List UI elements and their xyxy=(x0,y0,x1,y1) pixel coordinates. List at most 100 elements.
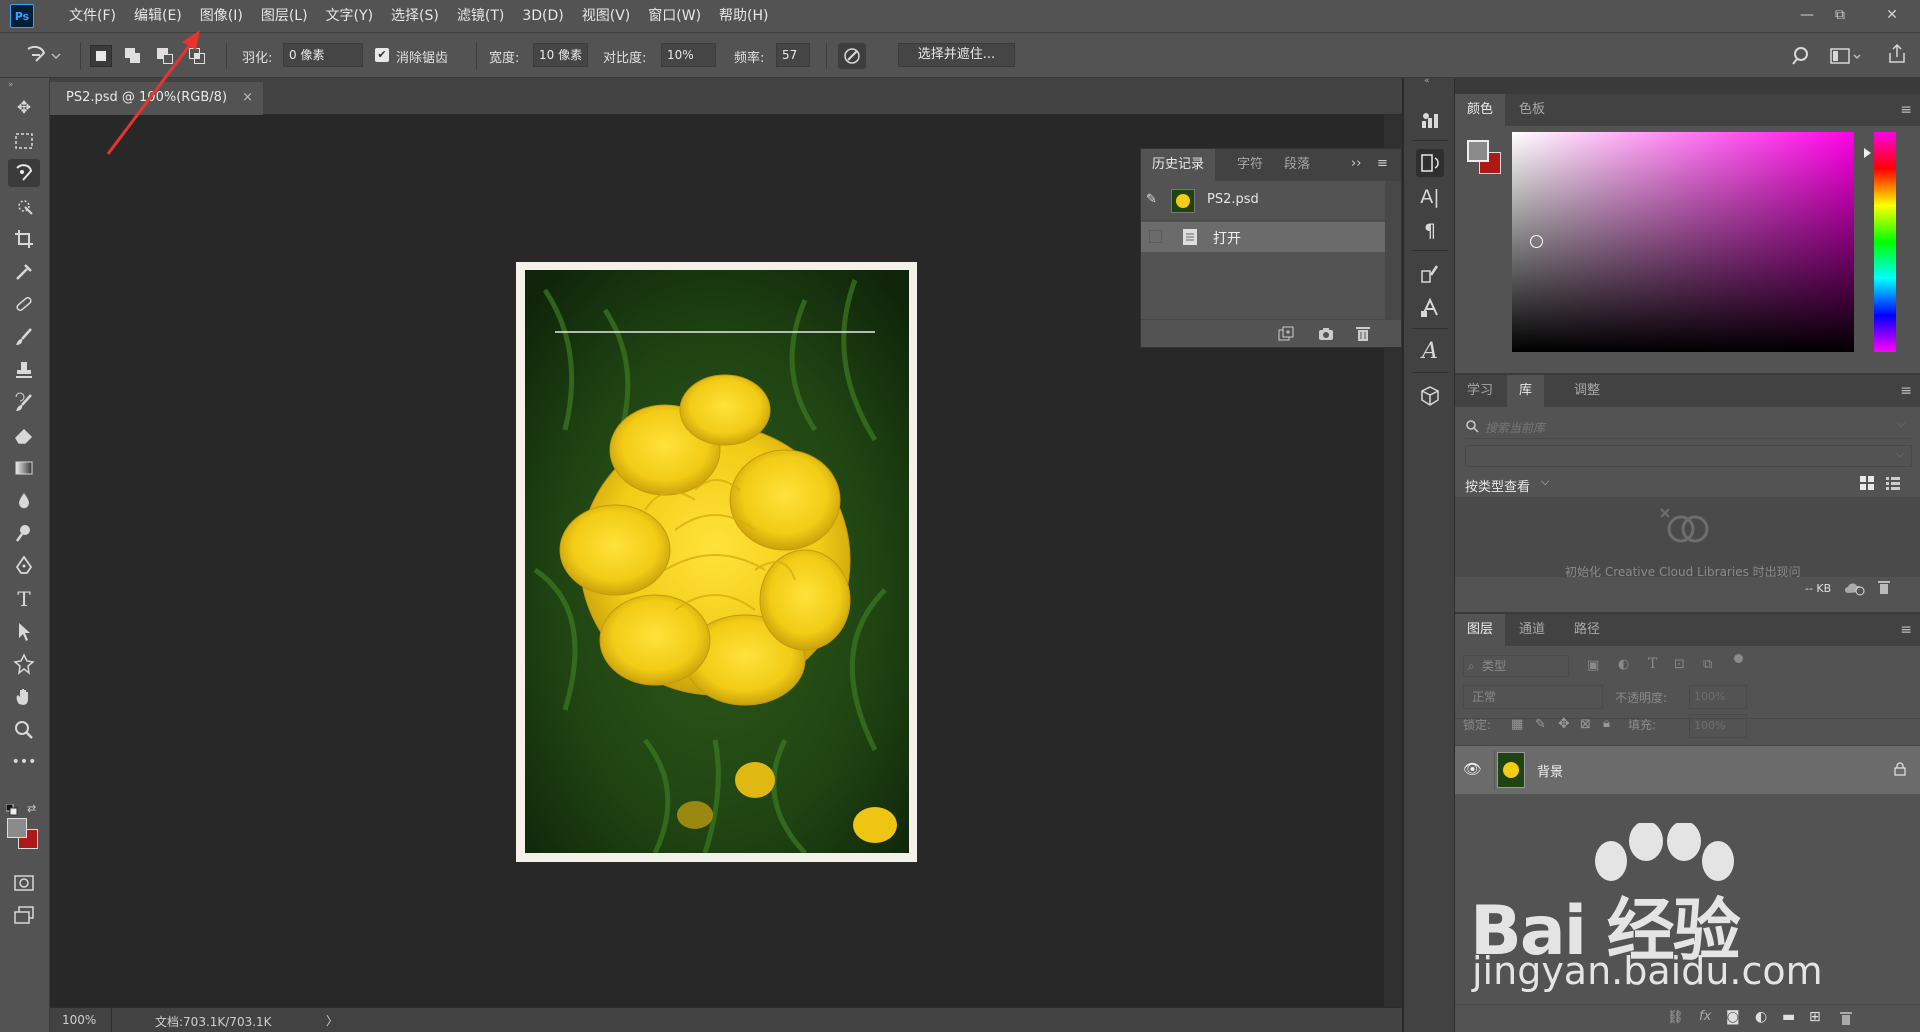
tab-paragraph[interactable]: 段落 xyxy=(1284,149,1310,181)
frequency-input[interactable]: 57 xyxy=(776,43,810,67)
menu-help[interactable]: 帮助(H) xyxy=(710,0,777,32)
trash-icon[interactable] xyxy=(1877,580,1891,595)
antialias-checkbox[interactable]: ✔ xyxy=(375,48,389,62)
paragraph-panel-icon[interactable]: ¶ xyxy=(1416,217,1444,245)
screen-mode-icon[interactable] xyxy=(8,901,40,929)
trash-icon[interactable] xyxy=(1839,1011,1853,1026)
dodge-tool-icon[interactable] xyxy=(8,519,40,547)
select-and-mask-button[interactable]: 选择并遮住... xyxy=(898,43,1015,67)
collapse-arrows-icon[interactable]: » xyxy=(8,80,14,90)
link-layers-icon[interactable]: ⛓︎ xyxy=(1667,1010,1684,1025)
type-filter-icon[interactable]: T xyxy=(1648,656,1657,672)
lock-position-icon[interactable]: ✥ xyxy=(1558,716,1570,732)
tab-paths[interactable]: 路径 xyxy=(1562,614,1612,646)
pixel-filter-icon[interactable]: ▣ xyxy=(1587,658,1599,673)
width-input[interactable]: 10 像素 xyxy=(533,43,588,67)
tab-layers[interactable]: 图层 xyxy=(1455,614,1506,646)
menu-filter[interactable]: 滤镜(T) xyxy=(448,0,513,32)
menu-view[interactable]: 视图(V) xyxy=(573,0,640,32)
hue-slider[interactable] xyxy=(1874,132,1896,352)
restore-button[interactable]: ⧉ xyxy=(1826,4,1854,26)
history-brush-source-icon[interactable]: ✎ xyxy=(1146,192,1157,207)
healing-brush-tool-icon[interactable] xyxy=(8,290,40,318)
zoom-level[interactable]: 100% xyxy=(62,1013,96,1027)
move-tool-icon[interactable]: ✥ xyxy=(8,94,40,122)
gradient-tool-icon[interactable] xyxy=(8,454,40,482)
blur-tool-icon[interactable] xyxy=(8,487,40,515)
history-snapshot[interactable]: ✎ PS2.psd xyxy=(1141,181,1385,221)
menu-type[interactable]: 文字(Y) xyxy=(317,0,382,32)
tab-adjustments[interactable]: 调整 xyxy=(1562,375,1612,407)
eraser-tool-icon[interactable] xyxy=(8,421,40,449)
3d-panel-icon[interactable] xyxy=(1416,382,1444,410)
new-layer-icon[interactable]: ⊞ xyxy=(1809,1009,1821,1025)
close-tab-icon[interactable]: × xyxy=(242,82,253,114)
cloud-sync-icon[interactable] xyxy=(1843,580,1865,600)
document-image[interactable] xyxy=(525,270,909,853)
quick-mask-icon[interactable] xyxy=(8,869,40,897)
menu-layer[interactable]: 图层(L) xyxy=(252,0,317,32)
search-button[interactable] xyxy=(1791,45,1813,67)
tab-history[interactable]: 历史记录 xyxy=(1141,149,1216,181)
clone-stamp-tool-icon[interactable] xyxy=(8,356,40,384)
chevron-down-icon[interactable]: ⌵ xyxy=(1541,475,1549,489)
workspace-button[interactable] xyxy=(1829,45,1863,67)
libraries-panel-menu-icon[interactable]: ≡ xyxy=(1900,383,1912,399)
glyphs-panel-icon[interactable]: A xyxy=(1416,338,1444,366)
fx-icon[interactable]: fx xyxy=(1699,1009,1711,1024)
object-selection-tool-icon[interactable] xyxy=(8,192,40,220)
status-menu-arrow[interactable]: 〉 xyxy=(326,1012,338,1029)
history-step-checkbox[interactable] xyxy=(1149,230,1162,243)
tab-libraries[interactable]: 库 xyxy=(1507,375,1545,407)
history-step[interactable]: 打开 xyxy=(1141,222,1385,252)
fill-input[interactable]: 100% xyxy=(1689,714,1747,738)
layer-filter-dropdown[interactable]: ⌕ 类型 xyxy=(1463,655,1569,677)
list-view-icon[interactable] xyxy=(1885,475,1901,495)
minimize-button[interactable]: — xyxy=(1793,4,1821,26)
quick-selection-tool-icon[interactable] xyxy=(8,159,40,187)
layers-panel-menu-icon[interactable]: ≡ xyxy=(1900,622,1912,638)
library-dropdown[interactable]: ⌵ xyxy=(1465,445,1912,467)
eyedropper-tool-icon[interactable] xyxy=(8,258,40,286)
lock-all-icon[interactable]: 🔒︎ xyxy=(1603,716,1610,731)
grid-view-icon[interactable] xyxy=(1859,475,1875,495)
layer-row-background[interactable]: 👁︎ 背景 xyxy=(1455,746,1920,794)
eye-icon[interactable]: 👁︎ xyxy=(1463,760,1482,778)
add-mask-icon[interactable]: ◙ xyxy=(1726,1009,1740,1025)
swap-colors-icon[interactable]: ⇄ xyxy=(27,802,36,815)
tab-swatches[interactable]: 色板 xyxy=(1507,94,1557,126)
feather-input[interactable]: 0 像素 xyxy=(283,43,363,67)
color-panel-menu-icon[interactable]: ≡ xyxy=(1900,102,1912,118)
hue-slider-handle[interactable] xyxy=(1864,148,1871,158)
close-button[interactable]: ✕ xyxy=(1878,4,1906,26)
adjustment-layer-icon[interactable]: ◐ xyxy=(1755,1009,1767,1025)
marquee-tool-icon[interactable] xyxy=(8,127,40,155)
type-tool-icon[interactable]: T xyxy=(8,585,40,613)
pressure-button[interactable] xyxy=(838,43,866,69)
color-picker-cursor[interactable] xyxy=(1530,235,1543,248)
new-document-from-state-icon[interactable] xyxy=(1277,326,1295,342)
new-group-icon[interactable]: ▬ xyxy=(1782,1009,1795,1025)
menu-window[interactable]: 窗口(W) xyxy=(639,0,710,32)
foreground-color-swatch[interactable] xyxy=(7,818,27,838)
lock-image-icon[interactable]: ✎ xyxy=(1535,717,1546,732)
smart-object-filter-icon[interactable]: ⧉ xyxy=(1703,657,1712,672)
path-selection-tool-icon[interactable] xyxy=(8,618,40,646)
tab-color[interactable]: 颜色 xyxy=(1455,94,1506,126)
panel-foreground-swatch[interactable] xyxy=(1467,140,1489,162)
lock-transparent-icon[interactable]: ▦ xyxy=(1511,717,1523,732)
tab-learn[interactable]: 学习 xyxy=(1455,375,1505,407)
contrast-input[interactable]: 10% xyxy=(661,43,716,67)
tab-channels[interactable]: 通道 xyxy=(1507,614,1557,646)
menu-3d[interactable]: 3D(D) xyxy=(513,0,572,32)
history-panel-icon[interactable] xyxy=(1416,149,1444,177)
share-button[interactable] xyxy=(1886,43,1908,65)
shape-tool-icon[interactable] xyxy=(8,650,40,678)
tab-character[interactable]: 字符 xyxy=(1237,149,1263,181)
dock-collapse-icon[interactable]: « xyxy=(1424,76,1430,86)
camera-icon[interactable] xyxy=(1317,326,1335,342)
menu-select[interactable]: 选择(S) xyxy=(382,0,448,32)
pen-tool-icon[interactable] xyxy=(8,552,40,580)
more-tools-icon[interactable]: ••• xyxy=(8,748,40,776)
brush-tool-icon[interactable] xyxy=(8,323,40,351)
